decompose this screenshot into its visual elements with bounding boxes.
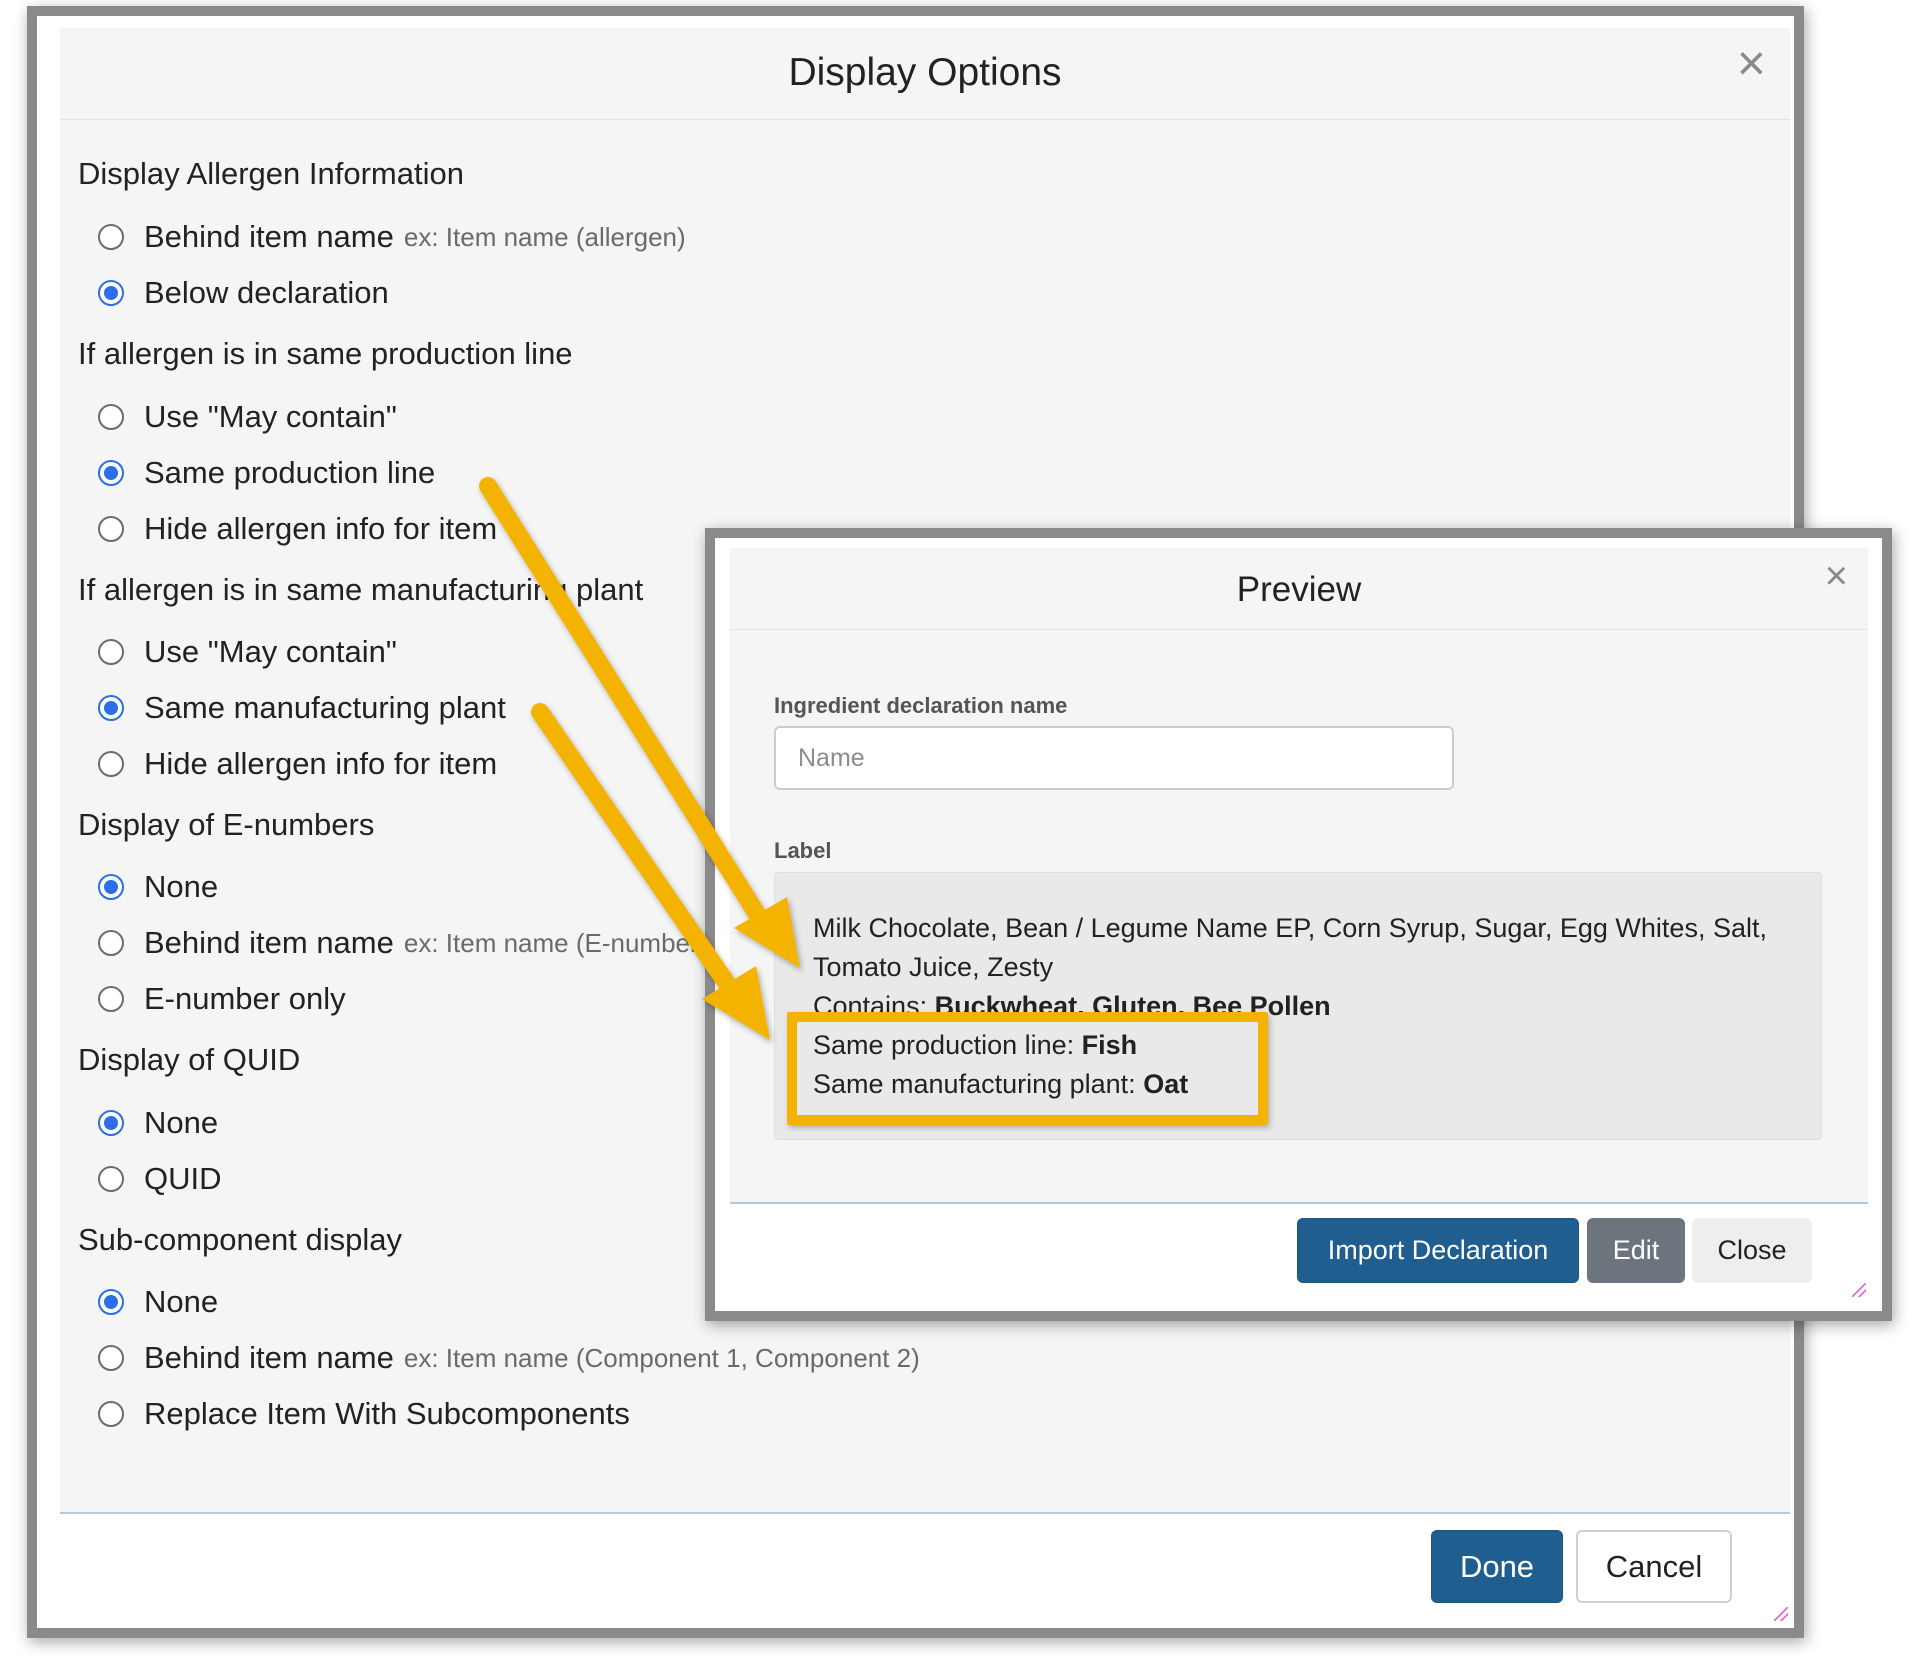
edit-button[interactable]: Edit (1587, 1218, 1685, 1283)
radio-button[interactable] (98, 639, 124, 665)
section-heading-manufacturing-plant: If allergen is in same manufacturing pla… (78, 572, 644, 607)
radio-option-sub-component-none[interactable]: None (98, 1284, 218, 1320)
option-label: Use "May contain" (144, 399, 397, 434)
radio-option-plant-hide-info[interactable]: Hide allergen info for item (98, 746, 497, 782)
radio-button[interactable] (98, 280, 124, 306)
label-ingredients-line-2: Tomato Juice, Zesty (813, 952, 1054, 982)
highlight-box-annotation (787, 1012, 1268, 1125)
radio-button[interactable] (98, 404, 124, 430)
preview-footer: Import Declaration Edit Close (730, 1202, 1868, 1299)
option-label: Hide allergen info for item (144, 746, 498, 781)
label-ingredients-line-1: Milk Chocolate, Bean / Legume Name EP, C… (813, 913, 1767, 943)
section-heading-allergen-info: Display Allergen Information (78, 156, 464, 191)
preview-title: Preview (1236, 570, 1362, 609)
section-heading-sub-component: Sub-component display (78, 1222, 402, 1257)
radio-button[interactable] (98, 930, 124, 956)
radio-option-production-hide-info[interactable]: Hide allergen info for item (98, 511, 497, 547)
close-button[interactable]: Close (1692, 1218, 1812, 1283)
radio-option-allergen-behind-item-name[interactable]: Behind item name ex: Item name (allergen… (98, 219, 686, 255)
radio-option-quid[interactable]: QUID (98, 1161, 222, 1197)
option-label: Use "May contain" (144, 634, 397, 669)
option-label: E-number only (144, 981, 346, 1016)
done-button[interactable]: Done (1431, 1530, 1563, 1603)
radio-button[interactable] (98, 516, 124, 542)
radio-button[interactable] (98, 1401, 124, 1427)
radio-option-e-numbers-none[interactable]: None (98, 869, 218, 905)
radio-button[interactable] (98, 1345, 124, 1371)
radio-button[interactable] (98, 751, 124, 777)
radio-option-production-may-contain[interactable]: Use "May contain" (98, 399, 397, 435)
preview-header: Preview × (730, 548, 1868, 630)
radio-button[interactable] (98, 460, 124, 486)
radio-button[interactable] (98, 1166, 124, 1192)
radio-button[interactable] (98, 1110, 124, 1136)
import-declaration-button[interactable]: Import Declaration (1297, 1218, 1579, 1283)
radio-option-below-declaration[interactable]: Below declaration (98, 275, 389, 311)
preview-dialog: Preview × Ingredient declaration name La… (730, 548, 1868, 1299)
dialog-header: Display Options × (60, 28, 1790, 120)
cancel-button[interactable]: Cancel (1576, 1530, 1732, 1603)
dialog-title: Display Options (788, 51, 1062, 94)
close-icon[interactable]: × (1737, 38, 1766, 88)
ingredient-declaration-name-label: Ingredient declaration name (774, 693, 1068, 718)
dialog-footer: Done Cancel (60, 1512, 1790, 1623)
section-heading-production-line: If allergen is in same production line (78, 336, 573, 371)
radio-option-same-manufacturing-plant[interactable]: Same manufacturing plant (98, 690, 506, 726)
option-label: Behind item name (144, 925, 394, 960)
option-label: Behind item name (144, 1340, 394, 1375)
radio-option-sub-component-behind-item-name[interactable]: Behind item name ex: Item name (Componen… (98, 1340, 920, 1376)
option-label: Behind item name (144, 219, 394, 254)
ingredient-declaration-name-input[interactable] (774, 726, 1454, 790)
radio-button[interactable] (98, 1289, 124, 1315)
option-label: Replace Item With Subcomponents (144, 1396, 630, 1431)
radio-button[interactable] (98, 986, 124, 1012)
section-heading-e-numbers: Display of E-numbers (78, 807, 375, 842)
resize-grip-icon[interactable] (1852, 1283, 1866, 1297)
option-label: None (144, 1284, 219, 1319)
radio-option-quid-none[interactable]: None (98, 1105, 218, 1141)
radio-option-same-production-line[interactable]: Same production line (98, 455, 435, 491)
radio-button[interactable] (98, 874, 124, 900)
option-example: ex: Item name (allergen) (403, 221, 686, 252)
option-example: ex: Item name (E-number) (403, 927, 708, 958)
option-label: Same production line (144, 455, 436, 490)
option-label: Below declaration (144, 275, 389, 310)
radio-option-replace-with-subcomponents[interactable]: Replace Item With Subcomponents (98, 1396, 630, 1432)
radio-option-e-number-only[interactable]: E-number only (98, 981, 346, 1017)
label-heading: Label (774, 838, 832, 863)
option-label: Same manufacturing plant (144, 690, 506, 725)
section-heading-quid: Display of QUID (78, 1042, 301, 1077)
option-label: None (144, 1105, 219, 1140)
radio-button[interactable] (98, 695, 124, 721)
radio-button[interactable] (98, 224, 124, 250)
option-label: None (144, 869, 219, 904)
radio-option-e-numbers-behind-item-name[interactable]: Behind item name ex: Item name (E-number… (98, 925, 707, 961)
option-example: ex: Item name (Component 1, Component 2) (403, 1342, 920, 1373)
option-label: QUID (144, 1161, 222, 1196)
resize-grip-icon[interactable] (1774, 1607, 1788, 1621)
option-label: Hide allergen info for item (144, 511, 498, 546)
close-icon[interactable]: × (1825, 556, 1848, 596)
radio-option-plant-may-contain[interactable]: Use "May contain" (98, 634, 397, 670)
